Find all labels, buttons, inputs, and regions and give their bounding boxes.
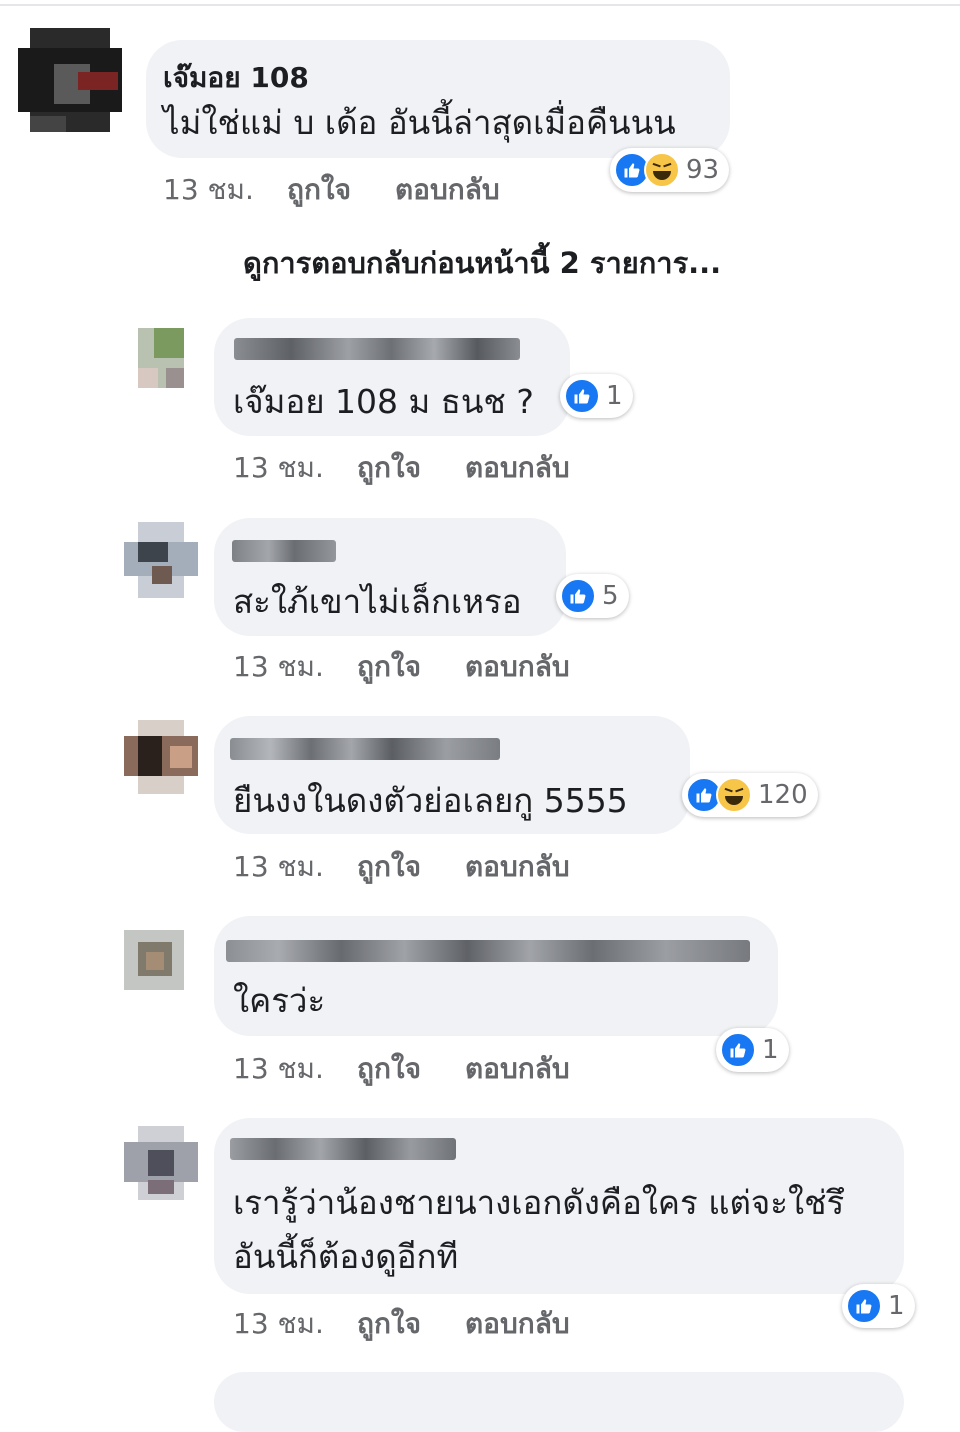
comment-meta: 13 ชม. ถูกใจ ตอบกลับ [233,645,570,689]
comment-meta: 13 ชม. ถูกใจ ตอบกลับ [233,446,570,490]
like-button[interactable]: ถูกใจ [357,845,465,889]
timestamp[interactable]: 13 ชม. [233,446,357,490]
reaction-summary[interactable]: 5 [556,574,629,618]
like-icon [720,1032,756,1068]
blurred-author-name [230,738,500,760]
comment-text: สะใภ้เขาไม่เล็กเหรอ [233,582,522,621]
like-button[interactable]: ถูกใจ [287,168,395,212]
top-divider [0,4,960,6]
avatar[interactable] [124,522,198,598]
like-icon [564,378,600,414]
next-comment-bubble [214,1372,904,1432]
reaction-summary[interactable]: 93 [610,148,730,192]
blurred-author-name [232,540,336,562]
comment-text: ใครว่ะ [233,981,326,1020]
comment-meta: 13 ชม. ถูกใจ ตอบกลับ [233,845,570,889]
reply-button[interactable]: ตอบกลับ [465,446,570,490]
comment-author[interactable]: เจ๊มอย 108 [163,56,309,100]
timestamp[interactable]: 13 ชม. [233,645,357,689]
reply-button[interactable]: ตอบกลับ [465,1047,570,1091]
like-icon [846,1288,882,1324]
reaction-count: 1 [762,1035,779,1065]
like-button[interactable]: ถูกใจ [357,1302,465,1346]
like-button[interactable]: ถูกใจ [357,1047,465,1091]
like-button[interactable]: ถูกใจ [357,446,465,490]
reaction-count: 1 [606,381,623,411]
reaction-summary[interactable]: 120 [682,773,818,817]
avatar[interactable] [138,328,184,388]
comment-meta: 13 ชม. ถูกใจ ตอบกลับ [233,1047,570,1091]
reaction-summary[interactable]: 1 [560,374,633,418]
timestamp[interactable]: 13 ชม. [233,1047,357,1091]
reaction-summary[interactable]: 1 [716,1028,789,1072]
blurred-author-name [230,1138,456,1160]
timestamp[interactable]: 13 ชม. [233,1302,357,1346]
view-previous-replies-link[interactable]: ดูการตอบกลับก่อนหน้านี้ 2 รายการ... [243,240,721,286]
reply-button[interactable]: ตอบกลับ [465,645,570,689]
blurred-author-name [226,940,750,962]
comment-meta: 13 ชม. ถูกใจ ตอบกลับ [233,1302,570,1346]
haha-icon [644,152,680,188]
reply-button[interactable]: ตอบกลับ [395,168,500,212]
comment-text: เจ๊มอย 108 ม ธนช ? [233,382,534,421]
like-icon [560,578,596,614]
comment-meta: 13 ชม. ถูกใจ ตอบกลับ [163,168,500,212]
reaction-count: 120 [758,780,808,810]
avatar[interactable] [18,28,122,132]
comment-text: ยืนงงในดงตัวย่อเลยกู 5555 [233,781,628,820]
timestamp[interactable]: 13 ชม. [233,845,357,889]
reply-button[interactable]: ตอบกลับ [465,845,570,889]
avatar[interactable] [124,930,184,990]
like-button[interactable]: ถูกใจ [357,645,465,689]
comment-text: เรารู้ว่าน้องชายนางเอกดังคือใคร แต่จะใช่… [233,1183,845,1276]
comment-text: ไม่ใช่แม่ บ เด้อ อันนี้ล่าสุดเมื่อคืนนน [163,103,676,142]
blurred-author-name [234,338,520,360]
reply-button[interactable]: ตอบกลับ [465,1302,570,1346]
reaction-summary[interactable]: 1 [842,1284,915,1328]
avatar[interactable] [124,1126,198,1200]
timestamp[interactable]: 13 ชม. [163,168,287,212]
haha-icon [716,777,752,813]
reaction-count: 5 [602,581,619,611]
avatar[interactable] [124,720,198,794]
reaction-count: 93 [686,155,720,185]
reaction-count: 1 [888,1291,905,1321]
